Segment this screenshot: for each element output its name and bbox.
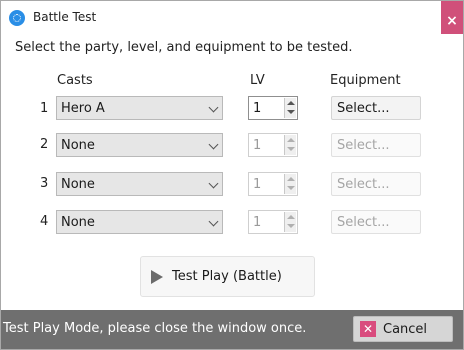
spin-up-icon[interactable] <box>287 101 295 105</box>
spin-buttons <box>284 174 296 194</box>
cancel-label: Cancel <box>383 322 428 337</box>
cast-select[interactable]: None <box>56 210 223 234</box>
battle-test-window: Battle Test × Select the party, level, a… <box>0 0 464 350</box>
app-icon <box>9 10 25 26</box>
cancel-button[interactable]: ✕ Cancel <box>353 316 453 342</box>
level-value: 1 <box>253 101 262 116</box>
spin-down-icon <box>287 186 295 190</box>
equipment-header: Equipment <box>330 73 401 88</box>
cast-select-value: None <box>61 215 95 230</box>
level-spinbox[interactable]: 1 <box>248 96 298 120</box>
level-spinbox: 1 <box>248 210 298 234</box>
chevron-down-icon <box>208 139 219 150</box>
cast-select-value: None <box>61 177 95 192</box>
spin-down-icon[interactable] <box>287 110 295 114</box>
chevron-down-icon <box>208 178 219 189</box>
level-spinbox: 1 <box>248 133 298 157</box>
level-value: 1 <box>253 177 262 192</box>
status-bar: Test Play Mode, please close the window … <box>1 310 463 349</box>
equipment-select-button: Select... <box>331 210 421 234</box>
window-title: Battle Test <box>33 10 97 24</box>
cast-select[interactable]: None <box>56 172 223 196</box>
play-icon <box>151 270 163 284</box>
cast-select[interactable]: Hero A <box>56 96 223 120</box>
row-number: 3 <box>40 176 49 191</box>
level-value: 1 <box>253 215 262 230</box>
spin-down-icon <box>287 224 295 228</box>
cast-select-value: Hero A <box>61 101 105 116</box>
test-play-button[interactable]: Test Play (Battle) <box>140 256 315 297</box>
chevron-down-icon <box>208 216 219 227</box>
spin-down-icon <box>287 147 295 151</box>
status-message: Test Play Mode, please close the window … <box>3 321 307 336</box>
spin-buttons <box>284 135 296 155</box>
spin-up-icon <box>287 215 295 219</box>
chevron-down-icon <box>208 102 219 113</box>
instruction-text: Select the party, level, and equipment t… <box>15 40 353 55</box>
row-number: 2 <box>40 137 49 152</box>
spin-up-icon <box>287 138 295 142</box>
row-number: 4 <box>40 214 49 229</box>
spin-buttons <box>284 212 296 232</box>
cast-select[interactable]: None <box>56 133 223 157</box>
equipment-select-button: Select... <box>331 172 421 196</box>
equipment-select-button: Select... <box>331 133 421 157</box>
equipment-select-button[interactable]: Select... <box>331 96 421 120</box>
casts-header: Casts <box>57 73 93 88</box>
level-header: LV <box>250 73 265 88</box>
cast-select-value: None <box>61 138 95 153</box>
title-bar: Battle Test × <box>1 1 463 34</box>
level-value: 1 <box>253 138 262 153</box>
close-icon[interactable]: × <box>441 1 463 34</box>
spin-buttons <box>284 98 296 118</box>
row-number: 1 <box>40 101 49 116</box>
level-spinbox: 1 <box>248 172 298 196</box>
test-play-label: Test Play (Battle) <box>172 269 282 284</box>
cancel-icon: ✕ <box>360 321 376 337</box>
spin-up-icon <box>287 177 295 181</box>
